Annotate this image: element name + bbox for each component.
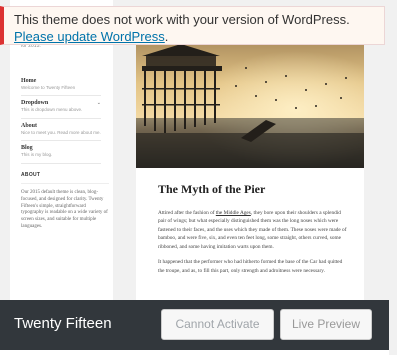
sidebar-item-description: This is dropdown menu above. (21, 107, 83, 113)
sidebar-item-label: Blog (21, 145, 33, 152)
about-widget: ABOUT Our 2015 default theme is clean, b… (21, 172, 109, 231)
preview-post: The Myth of the Pier Attired after the f… (136, 38, 364, 300)
sidebar-menu: Home Welcome to Twenty Fifteen Dropdown … (21, 78, 101, 168)
sidebar-item-dropdown: Dropdown This is dropdown menu above. ⌄ (21, 100, 101, 119)
post-paragraph-1: Attired after the fashion of the Middle … (158, 210, 347, 250)
theme-name: Twenty Fifteen (14, 315, 112, 332)
post-article: The Myth of the Pier Attired after the f… (158, 182, 348, 282)
live-preview-button[interactable]: Live Preview (280, 309, 372, 340)
sidebar-item-description: Nice to meet you. Read more about me. (21, 129, 101, 135)
notice-message: This theme does not work with your versi… (14, 12, 350, 27)
cannot-activate-button[interactable]: Cannot Activate (161, 309, 274, 340)
theme-card: for 2015. Home Welcome to Twenty Fifteen… (0, 0, 389, 355)
sidebar-item-description: Welcome to Twenty Fifteen (21, 85, 76, 90)
notice-trailing-period: . (164, 29, 169, 44)
post-paragraph-2: It happened that the performer who had h… (158, 259, 343, 274)
update-wordpress-link[interactable]: Please update WordPress (14, 29, 165, 44)
post-title: The Myth of the Pier (158, 182, 266, 196)
pier-photo (136, 38, 364, 168)
post-inline-link: the Middle Ages (215, 210, 251, 216)
sidebar-item-label: About (21, 122, 38, 129)
theme-card-footer: Twenty Fifteen Cannot Activate Live Prev… (0, 300, 389, 350)
chevron-down-icon: ⌄ (96, 100, 101, 107)
sidebar-item-label: Dropdown (21, 100, 49, 107)
sidebar-item-description: This is my blog. (21, 152, 53, 158)
sidebar-item-about: About Nice to meet you. Read more about … (21, 122, 101, 142)
about-widget-title: ABOUT (21, 172, 109, 184)
incompatibility-notice: This theme does not work with your versi… (0, 6, 385, 45)
about-widget-text: Our 2015 default theme is clean, blog-fo… (21, 190, 108, 229)
sidebar-item-label: Home (21, 78, 37, 84)
sidebar-item-blog: Blog This is my blog. (21, 145, 101, 164)
sidebar-item-home: Home Welcome to Twenty Fifteen (21, 78, 101, 97)
